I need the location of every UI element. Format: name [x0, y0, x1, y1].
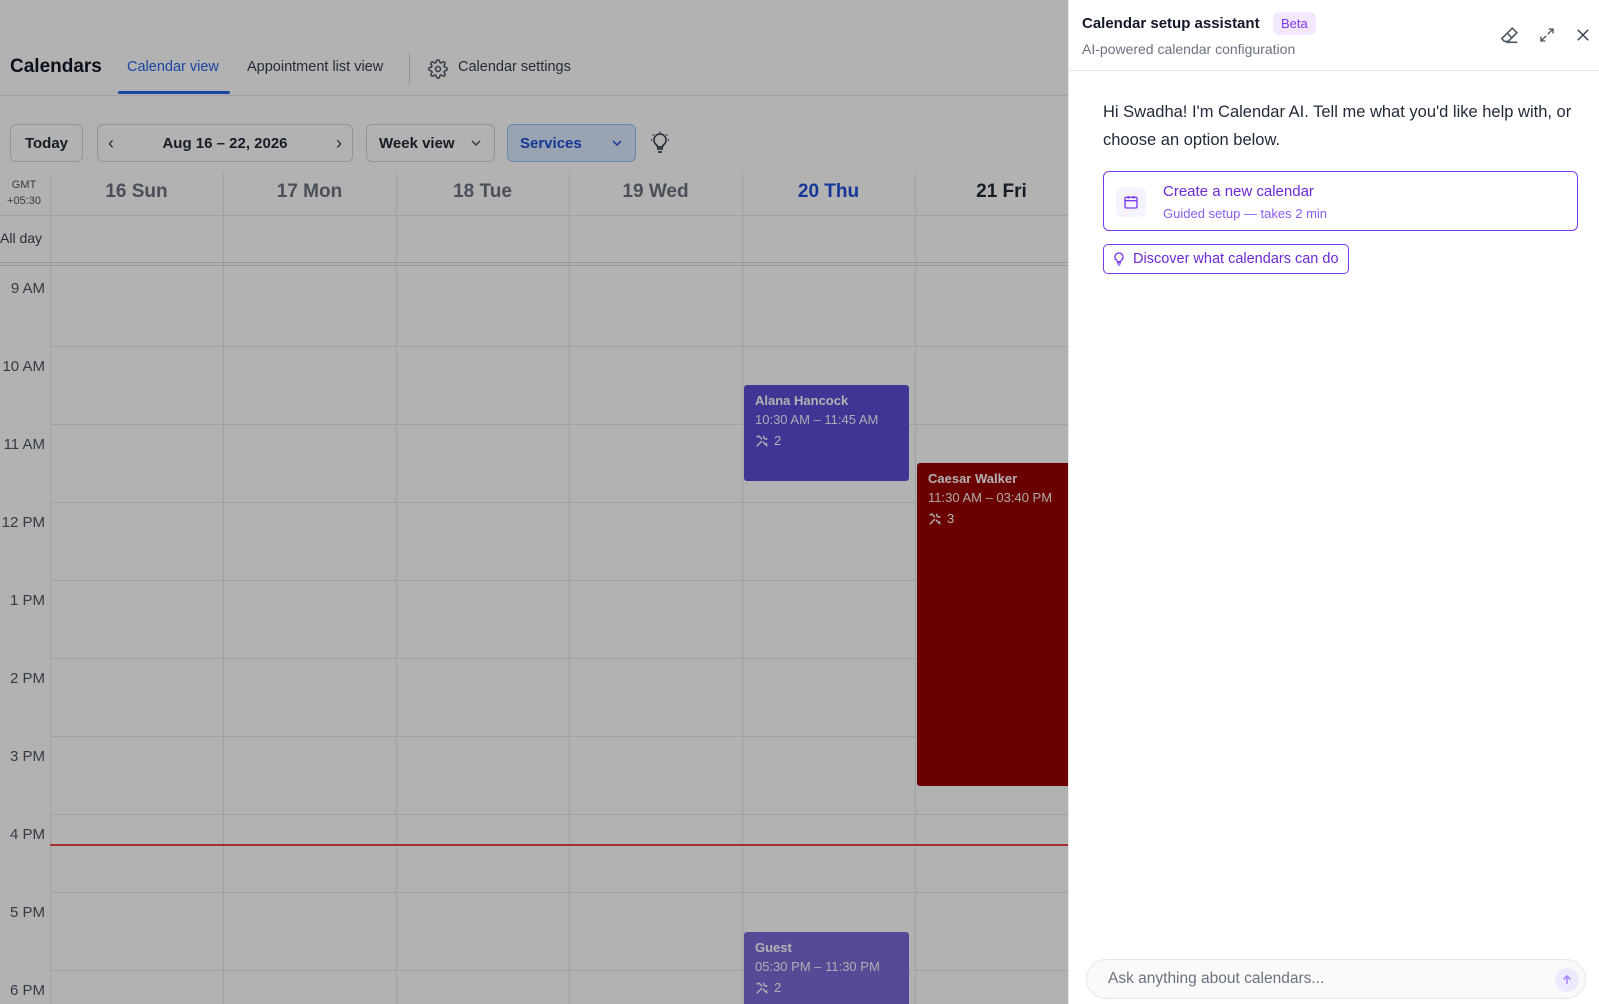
arrow-up-icon [1562, 974, 1572, 984]
lightbulb-icon [1114, 252, 1124, 266]
assistant-panel: Calendar setup assistant Beta AI-powered… [1068, 0, 1599, 1004]
discover-calendars-option[interactable]: Discover what calendars can do [1103, 244, 1349, 274]
beta-badge: Beta [1273, 12, 1316, 35]
chat-input[interactable] [1087, 960, 1537, 998]
chat-input-box [1086, 959, 1586, 999]
send-button[interactable] [1555, 968, 1579, 992]
create-calendar-option[interactable]: Create a new calendar Guided setup — tak… [1103, 171, 1578, 231]
close-icon[interactable] [1574, 26, 1592, 44]
eraser-icon[interactable] [1499, 24, 1521, 46]
assistant-greeting: Hi Swadha! I'm Calendar AI. Tell me what… [1103, 103, 1572, 149]
calendar-area: Calendars Calendar view Appointment list… [0, 0, 1068, 1004]
expand-icon[interactable] [1538, 26, 1556, 44]
option-subtitle: Guided setup — takes 2 min [1163, 206, 1328, 221]
assistant-header: Calendar setup assistant Beta AI-powered… [1069, 0, 1599, 71]
calendar-icon [1124, 196, 1138, 209]
assistant-subtitle: AI-powered calendar configuration [1082, 41, 1296, 57]
option-label: Discover what calendars can do [1133, 251, 1339, 267]
option-title: Create a new calendar [1163, 183, 1314, 200]
modal-overlay[interactable] [0, 0, 1068, 1004]
assistant-title: Calendar setup assistant [1082, 15, 1260, 32]
